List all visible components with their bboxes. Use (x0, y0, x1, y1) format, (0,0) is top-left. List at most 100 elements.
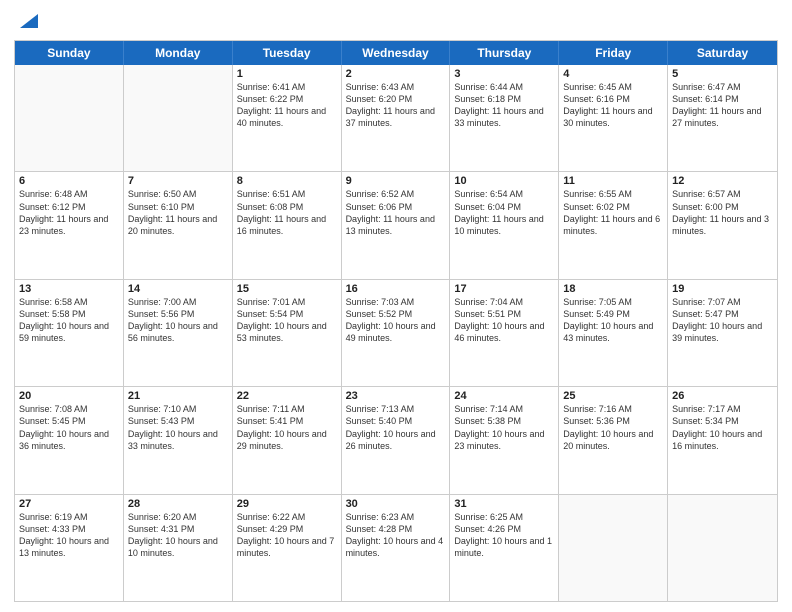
header-day-monday: Monday (124, 41, 233, 65)
day-info: Sunrise: 6:55 AM Sunset: 6:02 PM Dayligh… (563, 188, 663, 237)
day-number: 31 (454, 498, 554, 510)
cal-cell: 23Sunrise: 7:13 AM Sunset: 5:40 PM Dayli… (342, 387, 451, 493)
cal-cell: 10Sunrise: 6:54 AM Sunset: 6:04 PM Dayli… (450, 172, 559, 278)
cal-cell: 16Sunrise: 7:03 AM Sunset: 5:52 PM Dayli… (342, 280, 451, 386)
day-number: 15 (237, 283, 337, 295)
header-day-tuesday: Tuesday (233, 41, 342, 65)
day-number: 28 (128, 498, 228, 510)
calendar-header: SundayMondayTuesdayWednesdayThursdayFrid… (15, 41, 777, 65)
day-number: 10 (454, 175, 554, 187)
cal-cell: 20Sunrise: 7:08 AM Sunset: 5:45 PM Dayli… (15, 387, 124, 493)
day-info: Sunrise: 7:07 AM Sunset: 5:47 PM Dayligh… (672, 296, 773, 345)
cal-cell: 13Sunrise: 6:58 AM Sunset: 5:58 PM Dayli… (15, 280, 124, 386)
day-info: Sunrise: 7:04 AM Sunset: 5:51 PM Dayligh… (454, 296, 554, 345)
day-info: Sunrise: 7:11 AM Sunset: 5:41 PM Dayligh… (237, 403, 337, 452)
day-info: Sunrise: 6:47 AM Sunset: 6:14 PM Dayligh… (672, 81, 773, 130)
day-info: Sunrise: 6:52 AM Sunset: 6:06 PM Dayligh… (346, 188, 446, 237)
day-number: 20 (19, 390, 119, 402)
cal-cell: 18Sunrise: 7:05 AM Sunset: 5:49 PM Dayli… (559, 280, 668, 386)
day-number: 16 (346, 283, 446, 295)
day-info: Sunrise: 6:43 AM Sunset: 6:20 PM Dayligh… (346, 81, 446, 130)
day-number: 24 (454, 390, 554, 402)
header-day-friday: Friday (559, 41, 668, 65)
header-day-saturday: Saturday (668, 41, 777, 65)
day-info: Sunrise: 7:08 AM Sunset: 5:45 PM Dayligh… (19, 403, 119, 452)
day-number: 3 (454, 68, 554, 80)
header (14, 10, 778, 32)
day-number: 23 (346, 390, 446, 402)
day-info: Sunrise: 6:48 AM Sunset: 6:12 PM Dayligh… (19, 188, 119, 237)
cal-cell: 3Sunrise: 6:44 AM Sunset: 6:18 PM Daylig… (450, 65, 559, 171)
day-number: 11 (563, 175, 663, 187)
week-row-2: 13Sunrise: 6:58 AM Sunset: 5:58 PM Dayli… (15, 279, 777, 386)
logo-icon (16, 10, 38, 32)
day-info: Sunrise: 6:22 AM Sunset: 4:29 PM Dayligh… (237, 511, 337, 560)
day-number: 7 (128, 175, 228, 187)
week-row-4: 27Sunrise: 6:19 AM Sunset: 4:33 PM Dayli… (15, 494, 777, 601)
day-info: Sunrise: 6:19 AM Sunset: 4:33 PM Dayligh… (19, 511, 119, 560)
day-number: 9 (346, 175, 446, 187)
day-info: Sunrise: 7:16 AM Sunset: 5:36 PM Dayligh… (563, 403, 663, 452)
day-info: Sunrise: 7:13 AM Sunset: 5:40 PM Dayligh… (346, 403, 446, 452)
header-day-thursday: Thursday (450, 41, 559, 65)
cal-cell: 2Sunrise: 6:43 AM Sunset: 6:20 PM Daylig… (342, 65, 451, 171)
day-number: 5 (672, 68, 773, 80)
day-info: Sunrise: 6:44 AM Sunset: 6:18 PM Dayligh… (454, 81, 554, 130)
cal-cell: 4Sunrise: 6:45 AM Sunset: 6:16 PM Daylig… (559, 65, 668, 171)
day-info: Sunrise: 7:03 AM Sunset: 5:52 PM Dayligh… (346, 296, 446, 345)
day-info: Sunrise: 6:23 AM Sunset: 4:28 PM Dayligh… (346, 511, 446, 560)
day-info: Sunrise: 6:50 AM Sunset: 6:10 PM Dayligh… (128, 188, 228, 237)
day-info: Sunrise: 6:45 AM Sunset: 6:16 PM Dayligh… (563, 81, 663, 130)
day-number: 22 (237, 390, 337, 402)
week-row-3: 20Sunrise: 7:08 AM Sunset: 5:45 PM Dayli… (15, 386, 777, 493)
day-info: Sunrise: 7:14 AM Sunset: 5:38 PM Dayligh… (454, 403, 554, 452)
day-info: Sunrise: 7:05 AM Sunset: 5:49 PM Dayligh… (563, 296, 663, 345)
calendar-body: 1Sunrise: 6:41 AM Sunset: 6:22 PM Daylig… (15, 65, 777, 601)
day-number: 2 (346, 68, 446, 80)
cal-cell: 22Sunrise: 7:11 AM Sunset: 5:41 PM Dayli… (233, 387, 342, 493)
day-number: 25 (563, 390, 663, 402)
cal-cell: 31Sunrise: 6:25 AM Sunset: 4:26 PM Dayli… (450, 495, 559, 601)
day-number: 19 (672, 283, 773, 295)
day-info: Sunrise: 6:51 AM Sunset: 6:08 PM Dayligh… (237, 188, 337, 237)
cal-cell: 14Sunrise: 7:00 AM Sunset: 5:56 PM Dayli… (124, 280, 233, 386)
cal-cell (668, 495, 777, 601)
day-number: 6 (19, 175, 119, 187)
cal-cell: 12Sunrise: 6:57 AM Sunset: 6:00 PM Dayli… (668, 172, 777, 278)
day-number: 21 (128, 390, 228, 402)
cal-cell: 19Sunrise: 7:07 AM Sunset: 5:47 PM Dayli… (668, 280, 777, 386)
cal-cell: 9Sunrise: 6:52 AM Sunset: 6:06 PM Daylig… (342, 172, 451, 278)
cal-cell: 25Sunrise: 7:16 AM Sunset: 5:36 PM Dayli… (559, 387, 668, 493)
calendar: SundayMondayTuesdayWednesdayThursdayFrid… (14, 40, 778, 602)
day-info: Sunrise: 6:20 AM Sunset: 4:31 PM Dayligh… (128, 511, 228, 560)
day-number: 1 (237, 68, 337, 80)
cal-cell: 26Sunrise: 7:17 AM Sunset: 5:34 PM Dayli… (668, 387, 777, 493)
cal-cell: 28Sunrise: 6:20 AM Sunset: 4:31 PM Dayli… (124, 495, 233, 601)
cal-cell (124, 65, 233, 171)
cal-cell: 5Sunrise: 6:47 AM Sunset: 6:14 PM Daylig… (668, 65, 777, 171)
day-info: Sunrise: 7:10 AM Sunset: 5:43 PM Dayligh… (128, 403, 228, 452)
day-number: 4 (563, 68, 663, 80)
cal-cell (559, 495, 668, 601)
day-info: Sunrise: 6:54 AM Sunset: 6:04 PM Dayligh… (454, 188, 554, 237)
day-number: 14 (128, 283, 228, 295)
cal-cell: 21Sunrise: 7:10 AM Sunset: 5:43 PM Dayli… (124, 387, 233, 493)
cal-cell: 7Sunrise: 6:50 AM Sunset: 6:10 PM Daylig… (124, 172, 233, 278)
cal-cell: 8Sunrise: 6:51 AM Sunset: 6:08 PM Daylig… (233, 172, 342, 278)
day-number: 27 (19, 498, 119, 510)
cal-cell (15, 65, 124, 171)
day-info: Sunrise: 7:17 AM Sunset: 5:34 PM Dayligh… (672, 403, 773, 452)
cal-cell: 11Sunrise: 6:55 AM Sunset: 6:02 PM Dayli… (559, 172, 668, 278)
cal-cell: 29Sunrise: 6:22 AM Sunset: 4:29 PM Dayli… (233, 495, 342, 601)
day-info: Sunrise: 6:41 AM Sunset: 6:22 PM Dayligh… (237, 81, 337, 130)
day-info: Sunrise: 6:25 AM Sunset: 4:26 PM Dayligh… (454, 511, 554, 560)
day-info: Sunrise: 6:57 AM Sunset: 6:00 PM Dayligh… (672, 188, 773, 237)
cal-cell: 1Sunrise: 6:41 AM Sunset: 6:22 PM Daylig… (233, 65, 342, 171)
cal-cell: 17Sunrise: 7:04 AM Sunset: 5:51 PM Dayli… (450, 280, 559, 386)
cal-cell: 30Sunrise: 6:23 AM Sunset: 4:28 PM Dayli… (342, 495, 451, 601)
cal-cell: 27Sunrise: 6:19 AM Sunset: 4:33 PM Dayli… (15, 495, 124, 601)
header-day-wednesday: Wednesday (342, 41, 451, 65)
day-number: 8 (237, 175, 337, 187)
day-number: 17 (454, 283, 554, 295)
day-number: 13 (19, 283, 119, 295)
